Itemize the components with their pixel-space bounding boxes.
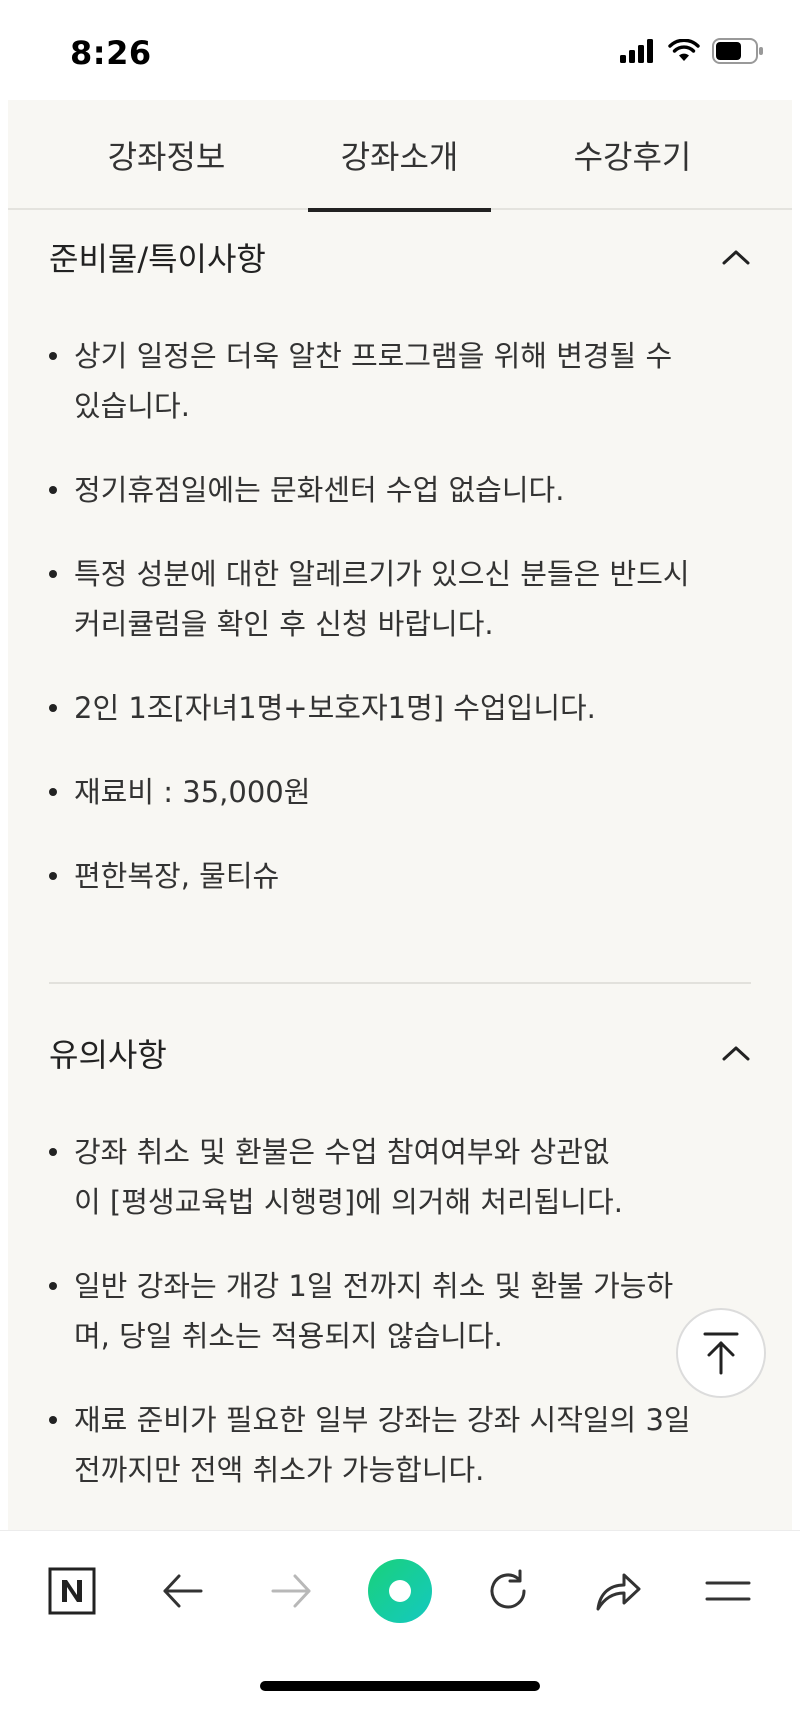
chevron-up-icon[interactable] bbox=[721, 247, 751, 267]
list-item-text: 상기 일정은 더욱 알찬 프로그램을 위해 변경될 수 있습니다. bbox=[74, 339, 673, 423]
section-title: 유의사항 bbox=[49, 1036, 167, 1074]
list-item-text: 정기휴점일에는 문화센터 수업 없습니다. bbox=[74, 473, 565, 507]
section-title: 준비물/특이사항 bbox=[49, 240, 266, 278]
back-arrow-icon bbox=[163, 1574, 203, 1608]
tab-bar: 강좌정보 강좌소개 수강후기 bbox=[8, 100, 792, 212]
home-indicator[interactable] bbox=[260, 1681, 540, 1691]
section-header-notice[interactable]: 유의사항 bbox=[49, 1008, 751, 1098]
share-icon bbox=[596, 1573, 641, 1611]
section-divider bbox=[49, 982, 751, 984]
section-preparation: 준비물/특이사항 상기 일정은 더욱 알찬 프로그램을 위해 변경될 수 있습니… bbox=[49, 212, 751, 935]
status-time: 8:26 bbox=[70, 34, 152, 72]
list-item-text: 2인 1조[자녀1명+보호자1명] 수업입니다. bbox=[74, 691, 596, 725]
list-item: 편한복장, 물티슈 bbox=[49, 851, 751, 901]
list-item: 상기 일정은 더욱 알찬 프로그램을 위해 변경될 수 있습니다. bbox=[49, 331, 751, 431]
section-notice: 유의사항 강좌 취소 및 환불은 수업 참여여부와 상관없이 [평생교육법 시행… bbox=[49, 1008, 751, 1529]
wifi-icon bbox=[668, 39, 700, 61]
list-item: 2인 1조[자녀1명+보호자1명] 수업입니다. bbox=[49, 683, 751, 733]
status-bar: 8:26 bbox=[0, 0, 800, 100]
list-item: 특정 성분에 대한 알레르기가 있으신 분들은 반드시 커리큘럼을 확인 후 신… bbox=[49, 549, 751, 649]
list-item-text: 재료 준비가 필요한 일부 강좌는 강좌 시작일의 3일 전까지만 전액 취소가… bbox=[74, 1403, 691, 1487]
tab-course-info[interactable]: 강좌정보 bbox=[50, 100, 283, 210]
browser-toolbar bbox=[0, 1530, 800, 1714]
tab-reviews[interactable]: 수강후기 bbox=[516, 100, 749, 210]
list-item-text: 편한복장, 물티슈 bbox=[74, 859, 280, 893]
back-button[interactable] bbox=[144, 1553, 220, 1629]
menu-icon bbox=[705, 1581, 751, 1601]
bullet-list: 강좌 취소 및 환불은 수업 참여여부와 상관없이 [평생교육법 시행령]에 의… bbox=[49, 1127, 751, 1495]
share-button[interactable] bbox=[580, 1553, 656, 1629]
reload-icon bbox=[490, 1569, 526, 1609]
list-item: 강좌 취소 및 환불은 수업 참여여부와 상관없이 [평생교육법 시행령]에 의… bbox=[49, 1127, 751, 1227]
forward-arrow-icon bbox=[271, 1574, 311, 1608]
status-icons bbox=[620, 38, 764, 64]
arrow-up-to-line-icon bbox=[703, 1332, 739, 1375]
signal-icon bbox=[620, 39, 653, 63]
naver-n-icon bbox=[48, 1567, 96, 1615]
list-item-text: 강좌 취소 및 환불은 수업 참여여부와 상관없이 [평생교육법 시행령]에 의… bbox=[74, 1135, 623, 1219]
list-item-text: 재료비 : 35,000원 bbox=[74, 775, 311, 809]
scroll-top-button[interactable] bbox=[676, 1308, 766, 1398]
green-dot-icon bbox=[368, 1559, 432, 1623]
forward-button[interactable] bbox=[254, 1553, 330, 1629]
menu-button[interactable] bbox=[690, 1553, 766, 1629]
bullet-list: 상기 일정은 더욱 알찬 프로그램을 위해 변경될 수 있습니다. 정기휴점일에… bbox=[49, 331, 751, 901]
list-item: 정기휴점일에는 문화센터 수업 없습니다. bbox=[49, 465, 751, 515]
list-item-text: 일반 강좌는 개강 1일 전까지 취소 및 환불 가능하며, 당일 취소는 적용… bbox=[74, 1269, 674, 1353]
content-panel: 강좌정보 강좌소개 수강후기 준비물/특이사항 상기 일정은 더욱 알찬 프로그… bbox=[8, 100, 792, 1530]
green-dot-button[interactable] bbox=[362, 1553, 438, 1629]
section-header-preparation[interactable]: 준비물/특이사항 bbox=[49, 212, 751, 302]
battery-icon bbox=[712, 38, 763, 64]
tab-course-intro[interactable]: 강좌소개 bbox=[283, 100, 516, 212]
list-item: 재료비 : 35,000원 bbox=[49, 767, 751, 817]
list-item-text: 특정 성분에 대한 알레르기가 있으신 분들은 반드시 커리큘럼을 확인 후 신… bbox=[74, 557, 690, 641]
naver-home-button[interactable] bbox=[34, 1553, 110, 1629]
chevron-up-icon[interactable] bbox=[721, 1043, 751, 1063]
list-item: 일반 강좌는 개강 1일 전까지 취소 및 환불 가능하며, 당일 취소는 적용… bbox=[49, 1261, 751, 1361]
reload-button[interactable] bbox=[470, 1553, 546, 1629]
list-item: 재료 준비가 필요한 일부 강좌는 강좌 시작일의 3일 전까지만 전액 취소가… bbox=[49, 1395, 751, 1495]
